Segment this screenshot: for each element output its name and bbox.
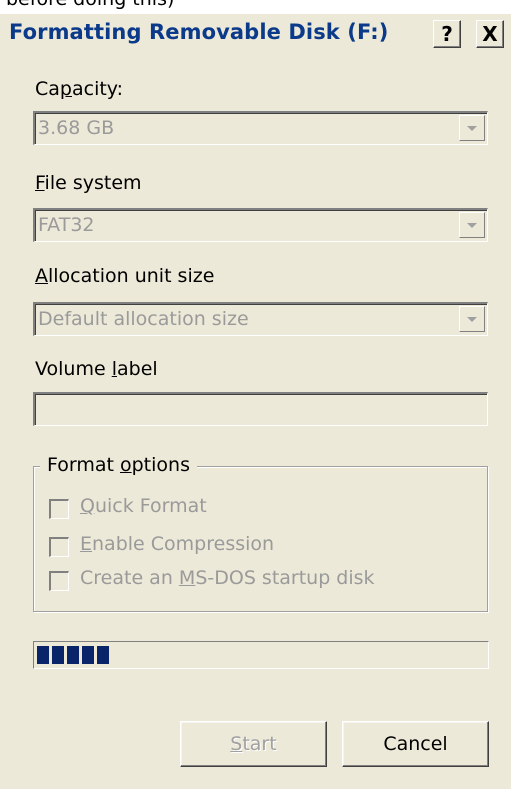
quick-format-label: Quick Format <box>80 495 207 517</box>
format-options-title: Format options <box>40 454 197 476</box>
volume-label-label: Volume label <box>35 358 158 380</box>
allocation-size-label: Allocation unit size <box>35 265 215 287</box>
chevron-down-icon[interactable] <box>459 212 485 238</box>
capacity-label: Capacity: <box>35 78 124 100</box>
enable-compression-checkbox[interactable] <box>49 537 69 557</box>
capacity-value: 3.68 GB <box>38 117 115 139</box>
format-progress-bar <box>33 641 489 669</box>
allocation-size-value: Default allocation size <box>38 308 249 330</box>
dialog-title: Formatting Removable Disk (F:) <box>9 20 389 44</box>
page-caption: before doing this) <box>6 0 174 10</box>
file-system-select[interactable]: FAT32 <box>33 208 488 242</box>
chevron-down-icon[interactable] <box>459 306 485 332</box>
help-button[interactable]: ? <box>433 20 461 48</box>
enable-compression-label: Enable Compression <box>80 533 275 555</box>
file-system-value: FAT32 <box>38 214 95 236</box>
chevron-down-icon[interactable] <box>459 115 485 141</box>
cancel-button[interactable]: Cancel <box>342 721 489 767</box>
close-button[interactable]: X <box>476 20 504 48</box>
quick-format-checkbox[interactable] <box>49 499 69 519</box>
start-button[interactable]: Start <box>180 721 327 767</box>
volume-label-input[interactable] <box>33 392 488 426</box>
allocation-size-select[interactable]: Default allocation size <box>33 302 488 336</box>
capacity-select[interactable]: 3.68 GB <box>33 111 488 145</box>
msdos-startup-label: Create an MS-DOS startup disk <box>80 567 375 589</box>
progress-fill <box>37 646 109 664</box>
file-system-label: File system <box>35 172 142 194</box>
msdos-startup-checkbox[interactable] <box>49 571 69 591</box>
